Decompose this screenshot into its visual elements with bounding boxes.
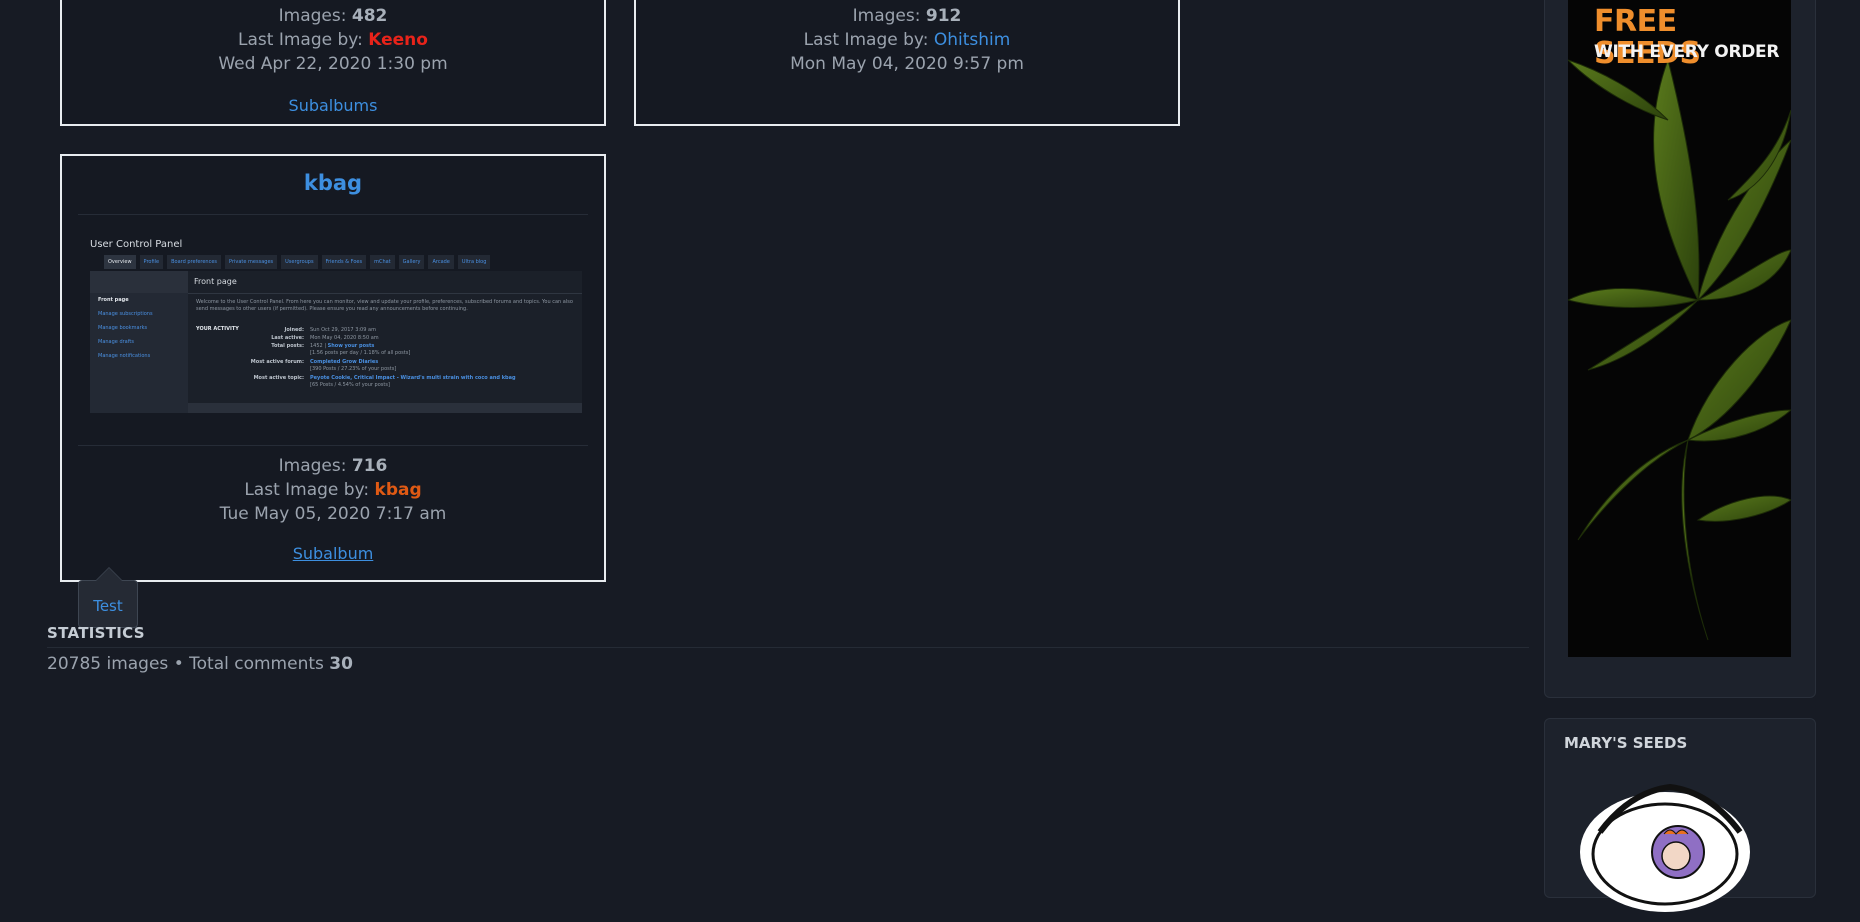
thumb-heading: User Control Panel	[90, 239, 183, 250]
thumb-row-key: Most active topic:	[253, 375, 304, 381]
thumb-tab: Profile	[139, 255, 164, 269]
user-link-keeno[interactable]: Keeno	[368, 30, 428, 50]
tooltip: Test	[78, 567, 138, 628]
thumb-menu-item: Manage subscriptions	[98, 311, 153, 317]
thumb-row-value2: [390 Posts / 27.23% of your posts]	[310, 366, 397, 372]
divider	[78, 445, 588, 446]
thumb-row-value: Peyote Cookie, Critical Impact - Wizard'…	[310, 375, 516, 381]
thumb-tab: Usergroups	[281, 255, 318, 269]
thumb-panel-title: Front page	[194, 277, 237, 286]
album-last-image: Last Image by: Keeno	[238, 30, 428, 50]
statistics-heading: STATISTICS	[47, 624, 145, 642]
thumb-tabs: Overview Profile Board preferences Priva…	[104, 255, 491, 269]
statistics-summary: 20785 images • Total comments 30	[47, 654, 353, 674]
tooltip-arrow	[95, 567, 123, 581]
thumb-row-key: Total posts:	[271, 343, 304, 349]
thumb-row-value2: [1.56 posts per day / 1.18% of all posts…	[310, 350, 411, 356]
thumb-row-key: Last active:	[271, 335, 304, 341]
album-date: Mon May 04, 2020 9:57 pm	[790, 54, 1024, 74]
thumb-tab: mChat	[370, 255, 395, 269]
cannabis-leaf-image	[1568, 58, 1791, 641]
thumb-row-key: Most active forum:	[250, 359, 304, 365]
thumb-menu-item: Manage bookmarks	[98, 325, 148, 331]
thumb-row-value: Mon May 04, 2020 8:50 am	[310, 335, 379, 341]
album-last-image: Last Image by: Ohitshim	[803, 30, 1011, 50]
thumb-menu-item: Manage notifications	[98, 353, 151, 359]
thumb-divider	[188, 293, 582, 294]
subalbums-link[interactable]: Subalbums	[62, 94, 604, 118]
thumb-tab: Private messages	[225, 255, 278, 269]
album-thumbnail[interactable]: User Control Panel Overview Profile Boar…	[78, 215, 588, 445]
thumb-menu-item: Manage drafts	[98, 339, 134, 345]
user-link-ohitshim[interactable]: Ohitshim	[934, 30, 1010, 50]
thumb-row-value: Completed Grow Diaries	[310, 359, 379, 365]
thumb-main: Front page Welcome to the User Control P…	[188, 271, 582, 403]
album-images: Images: 716	[278, 456, 388, 476]
ad-subline: WITH EVERY ORDER	[1594, 42, 1780, 62]
album-images: Images: 482	[278, 6, 388, 26]
album-date: Wed Apr 22, 2020 1:30 pm	[218, 54, 448, 74]
album-card-2: Images: 912 Last Image by: Ohitshim Mon …	[634, 0, 1180, 126]
thumb-intro: Welcome to the User Control Panel. From …	[196, 299, 573, 312]
marys-seeds-title: MARY'S SEEDS	[1564, 734, 1688, 752]
subalbum-link[interactable]: Subalbum	[62, 542, 604, 566]
statistics-divider	[47, 647, 1529, 648]
album-last-image: Last Image by: kbag	[244, 480, 422, 500]
album-images: Images: 912	[852, 6, 962, 26]
thumb-row-value2: [65 Posts / 4.54% of your posts]	[310, 382, 390, 388]
thumb-tab: Gallery	[398, 255, 425, 269]
thumb-tab: Arcade	[428, 255, 454, 269]
thumb-tab: Friends & Foes	[321, 255, 367, 269]
thumb-row-value: 1452 | Show your posts	[310, 343, 375, 349]
thumb-activity-heading: YOUR ACTIVITY	[196, 326, 239, 332]
marys-seeds-logo[interactable]	[1570, 772, 1756, 922]
thumb-menu-item: Front page	[98, 297, 129, 303]
album-card-kbag: kbag User Control Panel Overview Profile…	[60, 154, 606, 582]
album-card-1: Images: 482 Last Image by: Keeno Wed Apr…	[60, 0, 606, 126]
album-date: Tue May 05, 2020 7:17 am	[219, 504, 447, 524]
album-title-link[interactable]: kbag	[62, 170, 604, 196]
thumb-tab: Overview	[104, 255, 136, 269]
thumb-menu: Front page Manage subscriptions Manage b…	[90, 293, 188, 413]
thumb-row-key: Joined:	[284, 327, 304, 333]
free-seeds-banner[interactable]: FREE SEEDS WITH EVERY ORDER	[1568, 0, 1791, 657]
thumb-row-value: Sun Oct 29, 2017 3:09 am	[310, 327, 376, 333]
thumb-tab: Board preferences	[167, 255, 222, 269]
user-link-kbag[interactable]: kbag	[375, 480, 422, 500]
thumb-panel: Front page Manage subscriptions Manage b…	[90, 271, 582, 413]
thumb-tab: Ultra blog	[457, 255, 491, 269]
tooltip-text: Test	[93, 597, 123, 615]
